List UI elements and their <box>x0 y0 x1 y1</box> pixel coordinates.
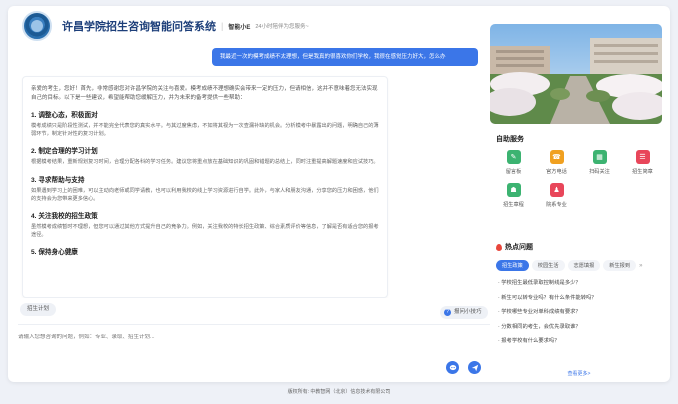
service-label: 扫码关注 <box>589 169 610 175</box>
self-service-heading: 自助服务 <box>496 136 524 143</box>
hot-tab[interactable]: 新生报到 <box>603 260 637 271</box>
answer-section-title: 4. 关注我校的招生政策 <box>31 213 98 221</box>
service-label: 留言板 <box>505 169 522 175</box>
hot-tab[interactable]: 招生政策 <box>496 260 529 271</box>
message-board-icon: ✎ <box>506 150 521 164</box>
fire-icon <box>496 243 502 251</box>
hot-questions-title: 热点问题 <box>505 244 533 251</box>
title-divider: | <box>221 21 224 31</box>
send-button[interactable] <box>468 361 481 374</box>
page-title: 许昌学院招生咨询智能问答系统 <box>62 21 216 33</box>
hot-question-item[interactable]: · 分数相同的考生，会优先录取谁？ <box>498 322 666 337</box>
service-label: 招生章程 <box>503 202 524 208</box>
hot-tab[interactable]: 校园生活 <box>531 260 565 271</box>
campus-photo <box>490 24 662 124</box>
university-logo <box>22 11 52 41</box>
answer-intro: 亲爱的考生，您好！首先，非常感谢您对许昌学院的关注与喜爱。模考成绩不理想确实会带… <box>31 86 378 101</box>
speech-bubble-icon <box>449 364 456 370</box>
input-area <box>18 324 490 378</box>
question-tips-chip[interactable]: ? 报问小技巧 <box>440 306 488 319</box>
answer-section-text: 模考成绩只是阶段性测试，并不能完全代表您的真实水平。与其过度焦虑，不如将其视为一… <box>31 123 379 138</box>
self-service-grid: ✎ 留言板 ☎ 官方电话 ▦ 扫码关注 ☰ 招生简章 ☗ 招生章程 ♟ 院系专业 <box>492 150 664 208</box>
hot-question-text: 学校招生最低录取控制线是多少？ <box>501 280 581 286</box>
footer-copyright: 版权所有: 中教智网（北京）信息技术有限公司 <box>287 389 391 395</box>
hot-question-item[interactable]: · 学校招生最低录取控制线是多少？ <box>498 278 666 293</box>
answer-section-title: 5. 保持身心健康 <box>31 249 78 257</box>
answer-section-text: 虽然模考成绩暂时不理想，但您可以通过其他方式提升自己的竞争力。例如，关注我校的特… <box>31 224 379 239</box>
hot-question-item[interactable]: · 学校哪些专业对单科成绩有要求？ <box>498 307 666 322</box>
suggestion-chip-admission-plan[interactable]: 招生计划 <box>20 303 57 316</box>
hot-question-text: 新生可以转专业吗？有什么条件能转吗？ <box>501 294 597 301</box>
answer-section-title: 2. 制定合理的学习计划 <box>31 148 98 156</box>
hot-tab[interactable]: 志愿填报 <box>567 260 601 271</box>
header: 许昌学院招生咨询智能问答系统 | 智能小E 24小时陪伴为您服务~ <box>8 6 478 46</box>
answer-sections: 1. 调整心态，积极面对模考成绩只是阶段性测试，并不能完全代表您的真实水平。与其… <box>31 109 379 256</box>
view-more-link[interactable]: 查看更多> <box>488 370 670 377</box>
header-subtitle: 24小时陪伴为您服务~ <box>255 24 309 30</box>
service-label: 官方电话 <box>546 169 567 175</box>
chat-panel: 我最近一次的模考成绩不太理想，但是我真的很喜欢你们学校，我很在感觉压力好大，怎么… <box>18 48 478 298</box>
service-label: 院系专业 <box>546 202 567 208</box>
hot-tabs: 招生政策 校园生活 志愿填报 新生报到» <box>496 260 642 271</box>
phone-icon: ☎ <box>549 150 564 164</box>
question-icon: ? <box>444 309 451 316</box>
hot-question-item[interactable]: · 报考学校有什么要求吗？ <box>498 336 666 351</box>
answer-section-title: 1. 调整心态，积极面对 <box>31 112 98 119</box>
voice-input-button[interactable] <box>446 361 459 374</box>
question-tips-label: 报问小技巧 <box>454 309 482 315</box>
answer-section-text: 根据模考结果，重新规划复习时间，合理分配各科的学习任务。建议您将重点放在基础知识… <box>31 159 379 166</box>
campus-image <box>490 24 662 124</box>
hot-question-item[interactable]: · 新生可以转专业吗？有什么条件能转吗？ <box>498 293 666 308</box>
user-message-bubble: 我最近一次的模考成绩不太理想，但是我真的很喜欢你们学校，我很在感觉压力好大，怎么… <box>212 48 478 66</box>
send-icon <box>471 364 478 371</box>
question-input[interactable] <box>18 334 318 340</box>
brochure-icon: ☰ <box>635 150 650 164</box>
hot-question-text: 学校哪些专业对单科成绩有要求？ <box>501 309 581 315</box>
qr-code-icon: ▦ <box>592 150 607 164</box>
service-label: 招生简章 <box>632 169 653 175</box>
hot-question-text: 分数相同的考生，会优先录取谁？ <box>501 323 581 330</box>
answer-section-title: 3. 寻求帮助与支持 <box>31 176 85 184</box>
hot-question-text: 报考学校有什么要求吗？ <box>501 338 560 344</box>
chevron-right-icon[interactable]: » <box>639 263 642 269</box>
assistant-answer-bubble: 亲爱的考生，您好！首先，非常感谢您对许昌学院的关注与喜爱。模考成绩不理想确实会带… <box>22 76 388 298</box>
service-message-board[interactable]: ✎ 留言板 <box>492 150 535 175</box>
hot-questions-heading: 热点问题 <box>496 242 533 252</box>
assistant-badge: 智能小E <box>228 24 251 31</box>
service-brochure[interactable]: ☰ 招生简章 <box>621 150 664 175</box>
service-departments[interactable]: ♟ 院系专业 <box>535 183 578 208</box>
hot-question-list: · 学校招生最低录取控制线是多少？ · 新生可以转专业吗？有什么条件能转吗？ · 学… <box>498 278 666 351</box>
service-qr-code[interactable]: ▦ 扫码关注 <box>578 150 621 175</box>
answer-section-text: 如果遇到学习上的困难，可以主动向老师或同学请教，也可以利用我校的线上学习资源进行… <box>31 187 379 202</box>
right-sidebar: 自助服务 ✎ 留言板 ☎ 官方电话 ▦ 扫码关注 ☰ 招生简章 ☗ 招生章程 ♟ 院系专业 热点问题 … <box>488 6 670 382</box>
app-window: 许昌学院招生咨询智能问答系统 | 智能小E 24小时陪伴为您服务~ 我最近一次的… <box>8 6 670 382</box>
departments-icon: ♟ <box>549 183 564 197</box>
service-admission-rules[interactable]: ☗ 招生章程 <box>492 183 535 208</box>
service-phone[interactable]: ☎ 官方电话 <box>535 150 578 175</box>
admission-rules-icon: ☗ <box>506 183 521 197</box>
